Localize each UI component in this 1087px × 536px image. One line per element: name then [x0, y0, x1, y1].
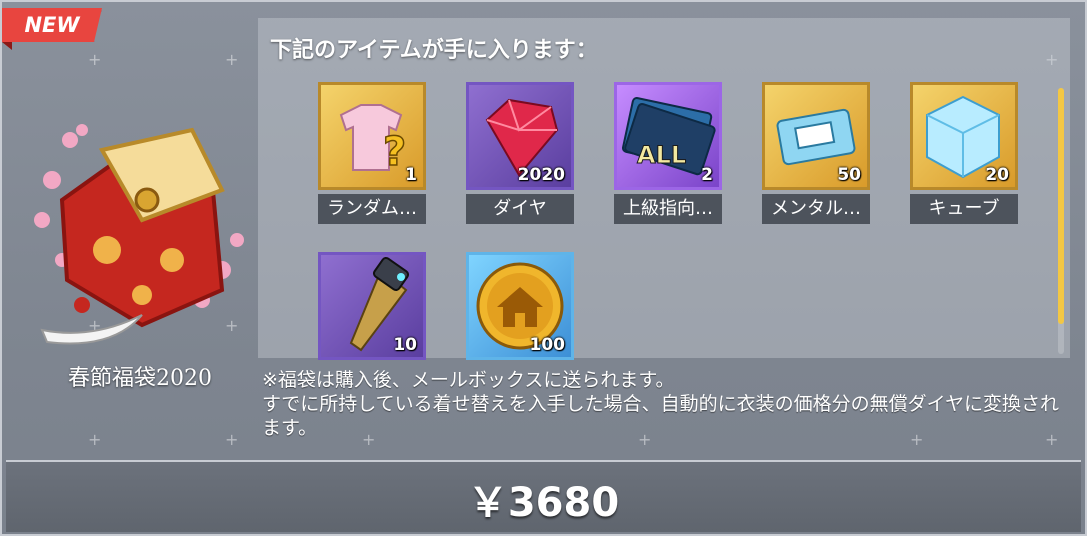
- lucky-bag-icon: [34, 124, 244, 345]
- product-name: 春節福袋2020: [68, 366, 212, 391]
- reward-item-random-outfit[interactable]: ? 1 ランダム…: [318, 82, 430, 224]
- item-tile: 10: [318, 252, 426, 360]
- item-label: ダイヤ: [466, 194, 574, 224]
- decor-plus: +: [225, 430, 239, 449]
- reward-item-mental-chip[interactable]: 50 メンタル…: [762, 82, 874, 224]
- item-quantity: 50: [837, 165, 861, 185]
- reward-item-home-coin[interactable]: 100: [466, 252, 578, 360]
- items-scroll-thumb[interactable]: [1058, 88, 1064, 324]
- item-quantity: 20: [985, 165, 1009, 185]
- item-quantity: 2020: [517, 165, 565, 185]
- item-quantity: 100: [529, 335, 566, 355]
- item-tile: ALL 2: [614, 82, 722, 190]
- item-label: ランダム…: [318, 194, 426, 224]
- price-label: ￥3680: [467, 480, 620, 526]
- item-label: キューブ: [910, 194, 1018, 224]
- note-duplicate-conversion: すでに所持している着せ替えを入手した場合、自動的に衣装の価格分の無償ダイヤに変換…: [262, 393, 1060, 439]
- reward-item-advanced-ticket[interactable]: ALL 2 上級指向…: [614, 82, 726, 224]
- svg-text:?: ?: [383, 129, 406, 175]
- item-tile: 50: [762, 82, 870, 190]
- item-label: メンタル…: [762, 194, 870, 224]
- item-tile: ? 1: [318, 82, 426, 190]
- new-badge: NEW: [2, 8, 102, 42]
- svg-text:ALL: ALL: [637, 141, 686, 169]
- item-quantity: 2: [701, 165, 713, 185]
- reward-item-drill[interactable]: 10: [318, 252, 430, 360]
- item-quantity: 1: [405, 165, 417, 185]
- decor-plus: +: [225, 50, 239, 69]
- note-delivery: ※福袋は購入後、メールボックスに送られます。: [262, 369, 675, 391]
- item-label: 上級指向…: [614, 194, 722, 224]
- decor-plus: +: [88, 430, 102, 449]
- item-tile: 2020: [466, 82, 574, 190]
- purchase-notes: ※福袋は購入後、メールボックスに送られます。 すでに所持している着せ替えを入手し…: [262, 368, 1062, 440]
- item-tile: 100: [466, 252, 574, 360]
- item-tile: 20: [910, 82, 1018, 190]
- decor-plus: +: [88, 50, 102, 69]
- reward-item-cube[interactable]: 20 キューブ: [910, 82, 1022, 224]
- item-quantity: 10: [393, 335, 417, 355]
- reward-item-diamond[interactable]: 2020 ダイヤ: [466, 82, 578, 224]
- items-title: 下記のアイテムが手に入ります：: [270, 38, 598, 63]
